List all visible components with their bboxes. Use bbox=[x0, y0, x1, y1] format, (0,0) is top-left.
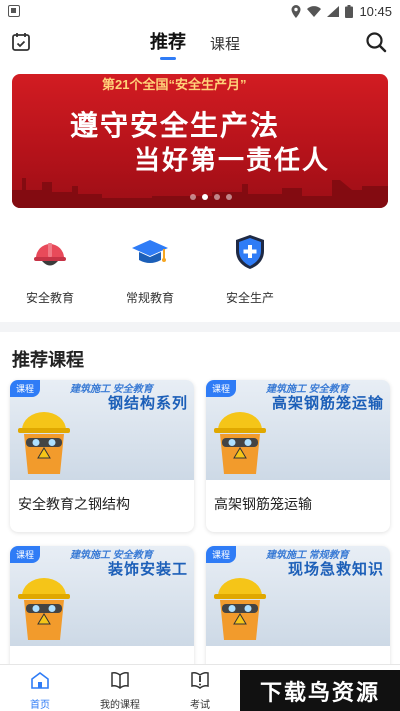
thumb-title: 高架钢筋笼运输 bbox=[271, 395, 384, 412]
quick-entry-label: 安全生产 bbox=[225, 291, 274, 305]
course-card[interactable]: 课程 建筑施工 安全教育 钢结构系列 安全教育之钢结构 bbox=[10, 380, 194, 532]
tab-recommend[interactable]: 推荐 bbox=[150, 28, 186, 60]
quick-entry-safety-education[interactable]: 安全教育 bbox=[0, 224, 100, 314]
calendar-check-icon[interactable] bbox=[10, 31, 32, 53]
battery-icon bbox=[345, 4, 354, 18]
banner-dot[interactable] bbox=[226, 194, 232, 200]
banner-dot[interactable] bbox=[190, 194, 196, 200]
thumb-title: 现场急救知识 bbox=[287, 561, 384, 578]
course-title: 安全教育之钢结构 bbox=[18, 496, 130, 512]
banner-dot[interactable] bbox=[214, 194, 220, 200]
exam-icon bbox=[191, 672, 209, 689]
top-tabs: 推荐 课程 bbox=[150, 28, 240, 60]
nav-exam[interactable]: 考试 bbox=[160, 665, 240, 711]
mascot-icon bbox=[214, 578, 266, 640]
thumb-title: 装饰安装工 bbox=[107, 561, 188, 578]
promo-banner[interactable]: 第21个全国“安全生产月” 遵守安全生产法 当好第一责任人 bbox=[12, 74, 388, 208]
course-card[interactable]: 课程 建筑施工 安全教育 装饰安装工 bbox=[10, 546, 194, 678]
search-icon[interactable] bbox=[364, 30, 388, 54]
banner-pagination bbox=[190, 194, 232, 200]
top-header: 推荐 课程 bbox=[0, 22, 400, 62]
course-thumbnail: 课程 建筑施工 安全教育 装饰安装工 bbox=[10, 546, 194, 646]
course-thumbnail: 课程 建筑施工 安全教育 高架钢筋笼运输 bbox=[206, 380, 390, 480]
wifi-icon bbox=[307, 5, 322, 17]
mascot-icon bbox=[214, 412, 266, 474]
location-icon bbox=[291, 4, 301, 18]
course-badge: 课程 bbox=[206, 546, 237, 563]
clock: 10:45 bbox=[359, 3, 392, 19]
course-badge: 课程 bbox=[206, 380, 237, 397]
nav-home[interactable]: 首页 bbox=[0, 665, 80, 711]
skyline-graphic bbox=[12, 178, 388, 208]
quick-entry-regular-education[interactable]: 常规教育 bbox=[100, 224, 200, 314]
course-title: 高架钢筋笼运输 bbox=[214, 496, 312, 512]
book-icon bbox=[111, 672, 129, 689]
quick-entry-label: 安全教育 bbox=[25, 291, 74, 305]
quick-entry-row: 安全教育 常规教育 安全生产 bbox=[0, 224, 400, 314]
status-bar: 10:45 bbox=[0, 0, 400, 22]
thumb-title: 钢结构系列 bbox=[107, 395, 188, 412]
nav-label: 首页 bbox=[30, 700, 50, 711]
mascot-icon bbox=[18, 412, 70, 474]
mascot-icon bbox=[18, 578, 70, 640]
nav-label: 考试 bbox=[190, 700, 210, 711]
notification-icon bbox=[8, 5, 20, 17]
signal-icon bbox=[327, 5, 340, 17]
section-divider bbox=[0, 322, 400, 332]
course-badge: 课程 bbox=[10, 380, 41, 397]
course-card[interactable]: 课程 建筑施工 常规教育 现场急救知识 bbox=[206, 546, 390, 678]
nav-my-courses[interactable]: 我的课程 bbox=[80, 665, 160, 711]
quick-entry-safe-production[interactable]: 安全生产 bbox=[200, 224, 300, 314]
banner-top-text: 第21个全国“安全生产月” bbox=[102, 77, 247, 92]
nav-label: 我的课程 bbox=[100, 700, 140, 711]
watermark: 下载鸟资源 bbox=[240, 670, 400, 711]
shield-plus-icon bbox=[236, 235, 264, 269]
banner-dot-active[interactable] bbox=[202, 194, 208, 200]
course-thumbnail: 课程 建筑施工 常规教育 现场急救知识 bbox=[206, 546, 390, 646]
section-title: 推荐课程 bbox=[12, 350, 84, 370]
graduation-cap-icon bbox=[132, 240, 168, 263]
tab-courses[interactable]: 课程 bbox=[210, 33, 240, 58]
home-icon bbox=[31, 672, 49, 689]
course-card[interactable]: 课程 建筑施工 安全教育 高架钢筋笼运输 高架钢筋笼运输 bbox=[206, 380, 390, 532]
course-badge: 课程 bbox=[10, 546, 41, 563]
course-thumbnail: 课程 建筑施工 安全教育 钢结构系列 bbox=[10, 380, 194, 480]
quick-entry-label: 常规教育 bbox=[125, 291, 174, 305]
banner-line-1: 遵守安全生产法 bbox=[70, 109, 281, 142]
helmet-icon bbox=[34, 243, 66, 266]
